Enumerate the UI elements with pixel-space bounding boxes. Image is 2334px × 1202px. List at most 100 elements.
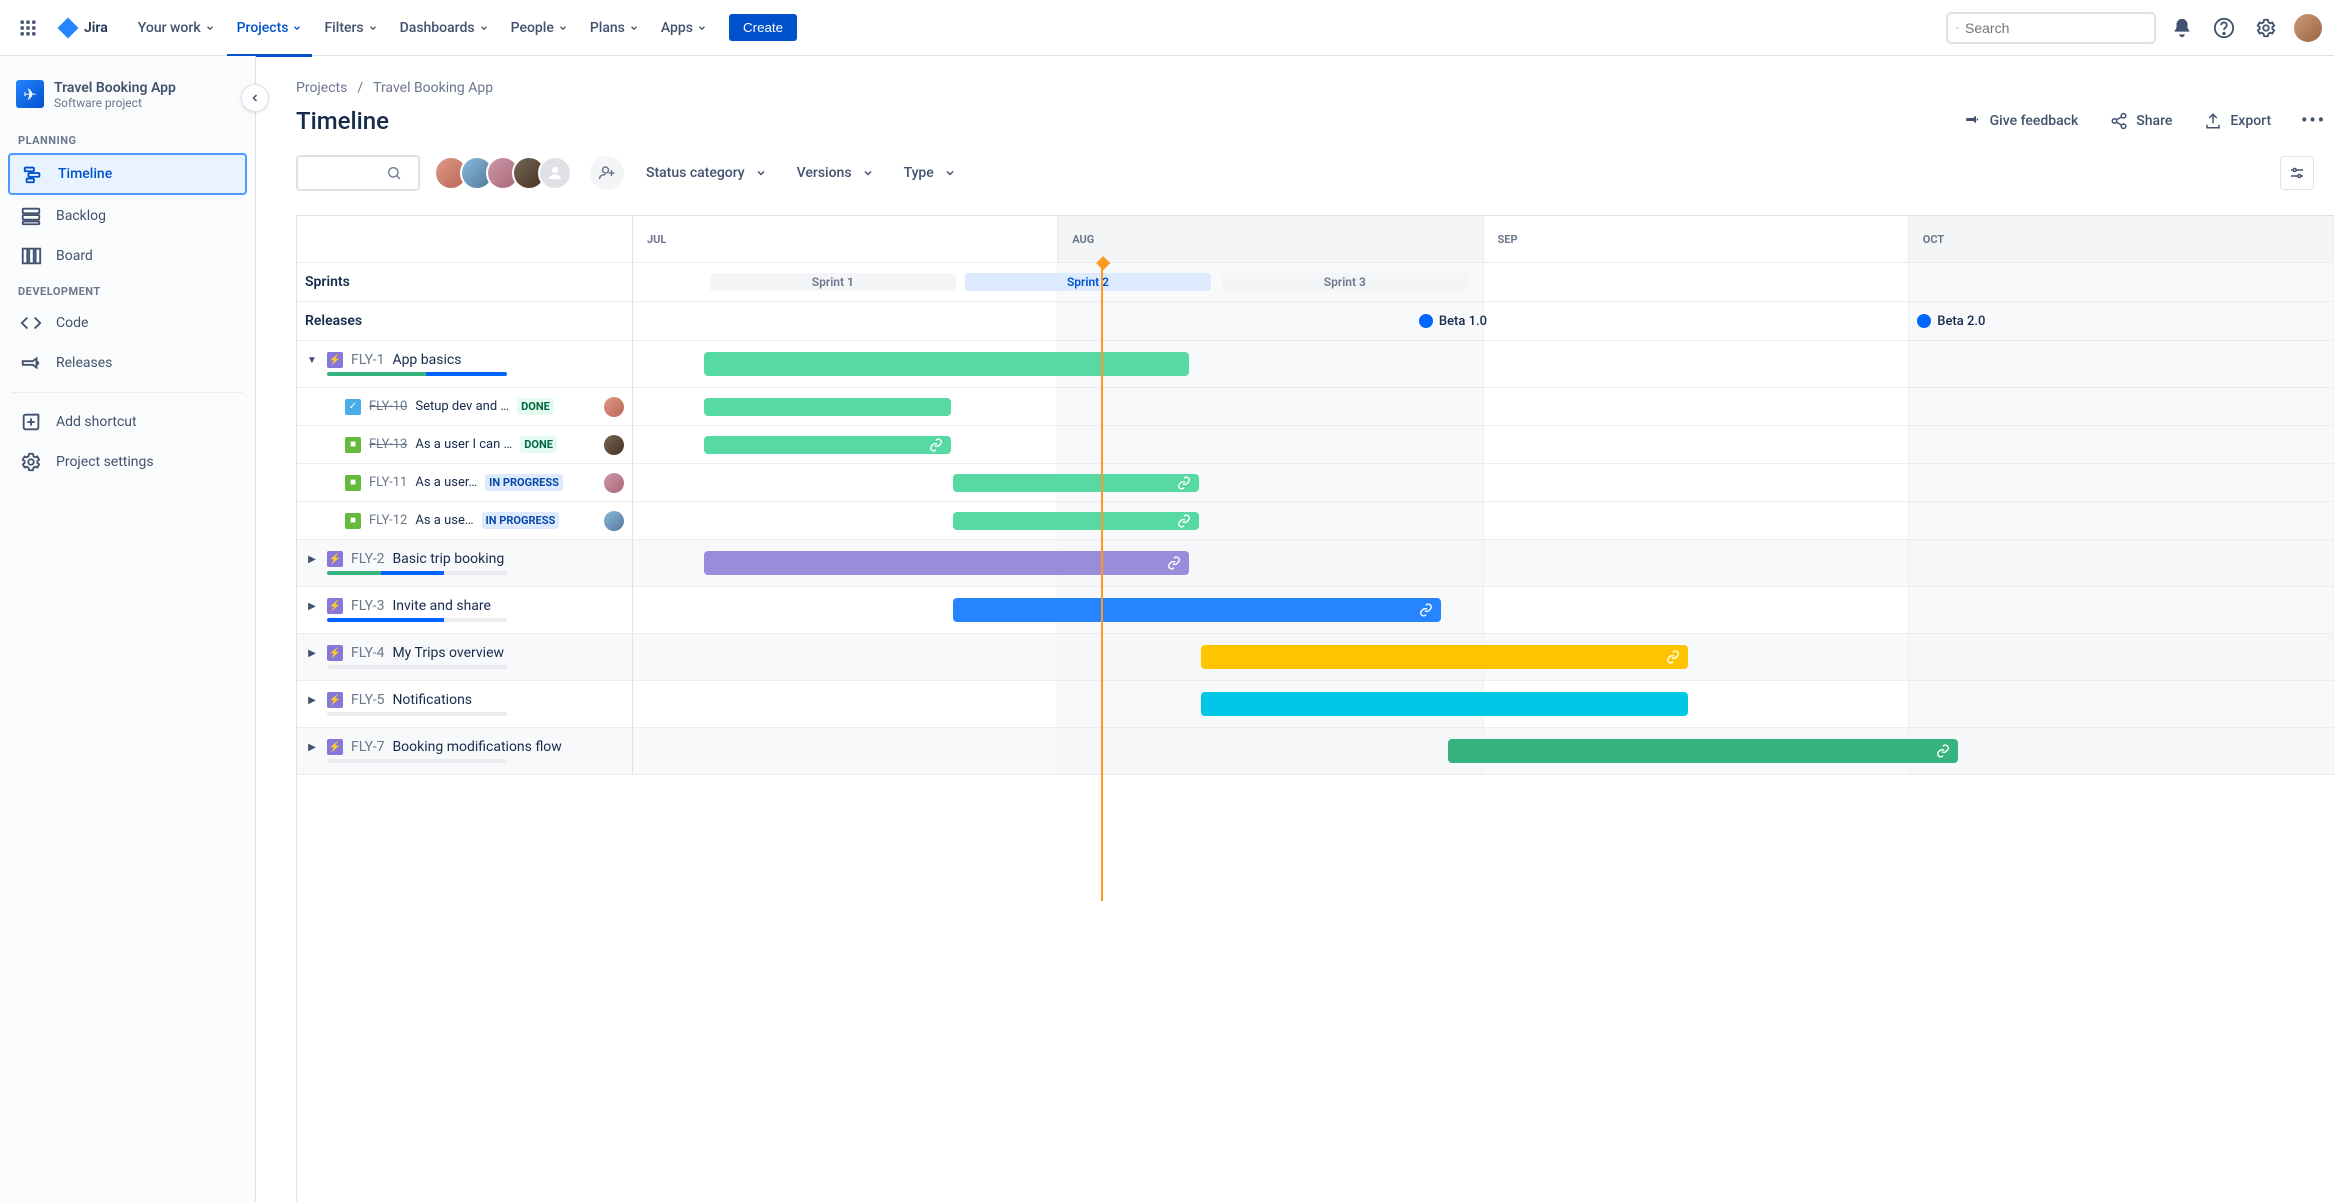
breadcrumb-project[interactable]: Travel Booking App xyxy=(373,80,493,96)
view-settings-button[interactable] xyxy=(2280,156,2314,190)
create-button[interactable]: Create xyxy=(729,14,797,41)
issue-title[interactable]: Notifications xyxy=(392,692,472,708)
jira-logo[interactable]: Jira xyxy=(48,16,116,40)
nav-item-people[interactable]: People xyxy=(501,12,578,44)
versions-filter[interactable]: Versions xyxy=(789,159,882,187)
epic-row: ▶ ⚡ FLY-3 Invite and share xyxy=(297,587,2334,634)
toolbar: Status category Versions Type xyxy=(296,155,2334,191)
type-filter[interactable]: Type xyxy=(896,159,964,187)
more-actions-button[interactable]: ••• xyxy=(2293,104,2334,137)
epic-progress xyxy=(327,571,507,575)
unassigned-avatar[interactable] xyxy=(538,156,572,190)
global-search[interactable] xyxy=(1946,12,2156,44)
notifications-icon[interactable] xyxy=(2166,12,2198,44)
nav-item-your-work[interactable]: Your work xyxy=(128,12,225,44)
status-badge: IN PROGRESS xyxy=(482,512,560,529)
story-icon: ■ xyxy=(345,475,361,491)
issue-title[interactable]: As a use… xyxy=(415,513,473,528)
gantt-bar[interactable] xyxy=(704,398,951,416)
expand-icon[interactable]: ▶ xyxy=(305,695,319,706)
sprint-pill[interactable]: Sprint 1 xyxy=(710,273,957,291)
child-row: ✓ FLY-10 Setup dev and … DONE xyxy=(297,388,2334,426)
gantt-bar[interactable] xyxy=(704,436,951,454)
sprint-pill[interactable]: Sprint 2 xyxy=(965,273,1212,291)
sidebar-item-code[interactable]: Code xyxy=(8,304,247,342)
search-input[interactable] xyxy=(1965,20,2146,36)
settings-icon[interactable] xyxy=(2250,12,2282,44)
gantt-bar[interactable] xyxy=(953,474,1200,492)
project-header[interactable]: ✈ Travel Booking App Software project xyxy=(8,76,247,126)
sidebar-item-add-shortcut[interactable]: Add shortcut xyxy=(8,403,247,441)
gantt-bar[interactable] xyxy=(1448,739,1958,763)
app-switcher-icon[interactable] xyxy=(12,12,44,44)
issue-title[interactable]: Setup dev and … xyxy=(415,399,509,414)
issue-title[interactable]: My Trips overview xyxy=(392,645,504,661)
release-marker[interactable]: Beta 1.0 xyxy=(1419,313,1487,329)
sidebar-item-project-settings[interactable]: Project settings xyxy=(8,443,247,481)
nav-item-dashboards[interactable]: Dashboards xyxy=(390,12,499,44)
gantt-bar[interactable] xyxy=(953,598,1441,622)
epic-progress xyxy=(327,618,507,622)
assignee-avatar[interactable] xyxy=(604,397,624,417)
nav-item-projects[interactable]: Projects xyxy=(227,12,313,44)
issue-title[interactable]: As a user I can … xyxy=(415,437,512,452)
timeline-search[interactable] xyxy=(296,155,420,191)
epic-row: ▶ ⚡ FLY-5 Notifications xyxy=(297,681,2334,728)
timeline-search-input[interactable] xyxy=(306,166,386,181)
profile-avatar[interactable] xyxy=(2294,14,2322,42)
sidebar-item-board[interactable]: Board xyxy=(8,237,247,275)
gantt-bar[interactable] xyxy=(704,551,1189,575)
issue-key[interactable]: FLY-12 xyxy=(369,513,407,528)
sidebar: ✈ Travel Booking App Software project PL… xyxy=(0,56,256,1202)
expand-icon[interactable]: ▶ xyxy=(305,601,319,612)
sidebar-item-backlog[interactable]: Backlog xyxy=(8,197,247,235)
issue-title[interactable]: As a user… xyxy=(415,475,477,490)
release-marker[interactable]: Beta 2.0 xyxy=(1917,313,1985,329)
issue-title[interactable]: Booking modifications flow xyxy=(392,739,561,755)
project-subtitle: Software project xyxy=(54,96,176,110)
issue-key[interactable]: FLY-2 xyxy=(351,551,384,567)
sprint-pill[interactable]: Sprint 3 xyxy=(1222,273,1469,291)
assignee-avatar[interactable] xyxy=(604,435,624,455)
issue-title[interactable]: App basics xyxy=(392,352,461,368)
nav-item-plans[interactable]: Plans xyxy=(580,12,649,44)
expand-icon[interactable]: ▶ xyxy=(305,648,319,659)
gantt-bar[interactable] xyxy=(953,512,1200,530)
assignee-avatar[interactable] xyxy=(604,473,624,493)
issue-key[interactable]: FLY-4 xyxy=(351,645,384,661)
issue-key[interactable]: FLY-11 xyxy=(369,475,407,490)
sprints-row: Sprints Sprint 1Sprint 2Sprint 3 xyxy=(297,263,2334,302)
nav-item-filters[interactable]: Filters xyxy=(314,12,387,44)
sidebar-item-releases[interactable]: Releases xyxy=(8,344,247,382)
expand-icon[interactable]: ▶ xyxy=(305,742,319,753)
expand-icon[interactable]: ▼ xyxy=(305,355,319,366)
expand-icon[interactable]: ▶ xyxy=(305,554,319,565)
gantt-bar[interactable] xyxy=(1201,692,1687,716)
collapse-sidebar-button[interactable] xyxy=(241,84,269,112)
main-content: Projects / Travel Booking App Timeline G… xyxy=(256,56,2334,1202)
add-people-button[interactable] xyxy=(590,156,624,190)
releases-label: Releases xyxy=(297,302,633,340)
nav-item-apps[interactable]: Apps xyxy=(651,12,717,44)
breadcrumb-projects[interactable]: Projects xyxy=(296,80,347,96)
issue-title[interactable]: Invite and share xyxy=(392,598,491,614)
issue-key[interactable]: FLY-10 xyxy=(369,399,407,414)
status-category-filter[interactable]: Status category xyxy=(638,159,775,187)
help-icon[interactable] xyxy=(2208,12,2240,44)
issue-key[interactable]: FLY-3 xyxy=(351,598,384,614)
issue-title[interactable]: Basic trip booking xyxy=(392,551,504,567)
gantt-bar[interactable] xyxy=(704,352,1189,376)
sidebar-item-timeline[interactable]: Timeline xyxy=(8,153,247,195)
issue-key[interactable]: FLY-13 xyxy=(369,437,407,452)
issue-key[interactable]: FLY-1 xyxy=(351,352,384,368)
issue-key[interactable]: FLY-7 xyxy=(351,739,384,755)
gantt-bar[interactable] xyxy=(1201,645,1687,669)
export-button[interactable]: Export xyxy=(2194,106,2281,136)
assignee-filter[interactable] xyxy=(434,156,572,190)
nav-items: Your workProjectsFiltersDashboardsPeople… xyxy=(128,12,717,44)
share-button[interactable]: Share xyxy=(2100,106,2182,136)
give-feedback-button[interactable]: Give feedback xyxy=(1954,106,2089,136)
assignee-avatar[interactable] xyxy=(604,511,624,531)
epic-icon: ⚡ xyxy=(327,645,343,661)
issue-key[interactable]: FLY-5 xyxy=(351,692,384,708)
